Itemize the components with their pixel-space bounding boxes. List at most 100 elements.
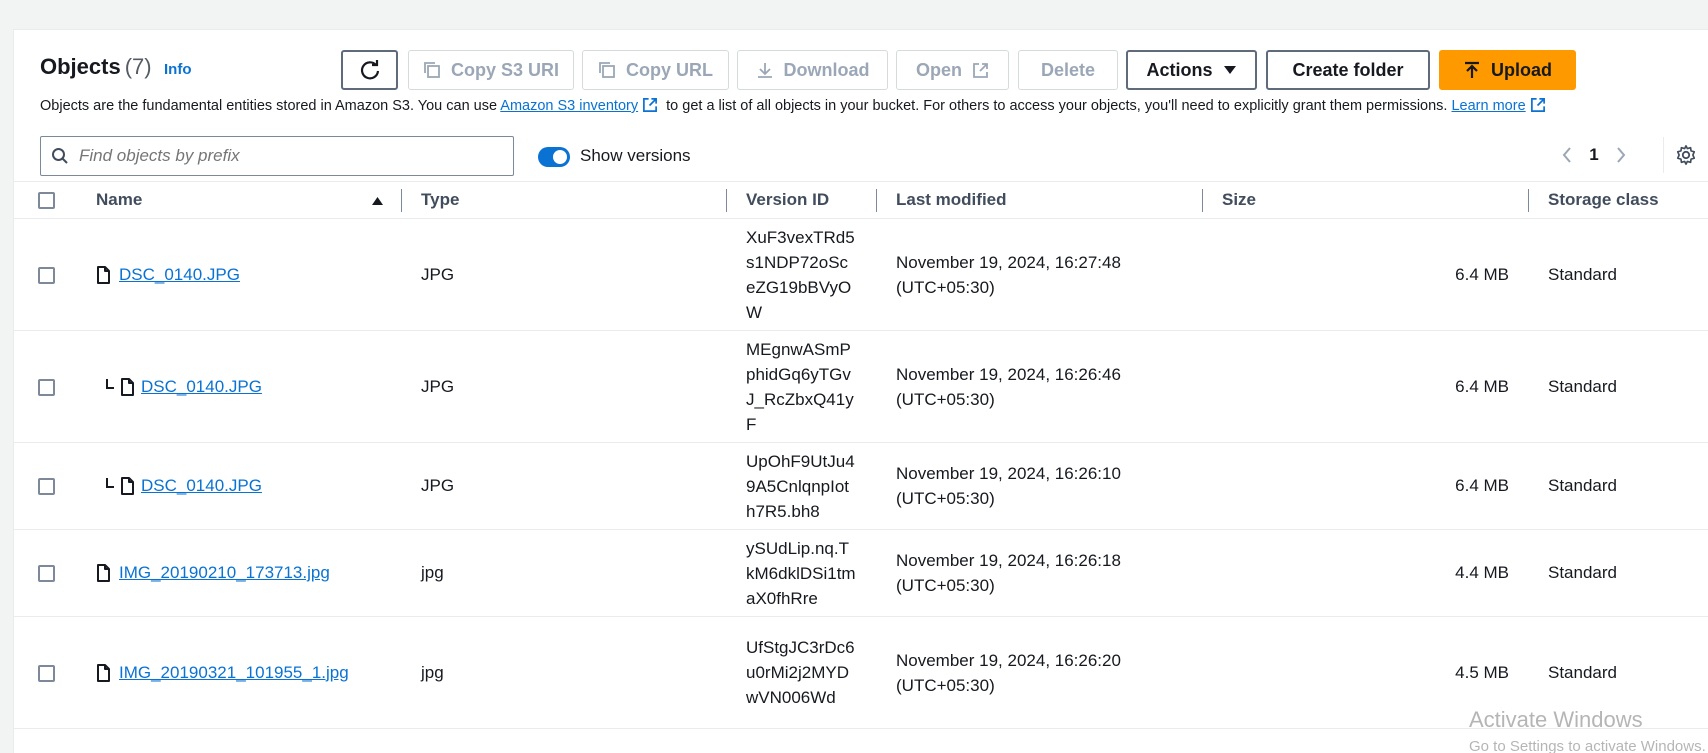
info-link[interactable]: Info bbox=[164, 61, 192, 78]
modified-timezone: (UTC+05:30) bbox=[896, 675, 995, 695]
row-checkbox[interactable] bbox=[38, 664, 55, 682]
column-header-name[interactable]: Name bbox=[76, 181, 402, 219]
column-header-storage-class[interactable]: Storage class bbox=[1529, 181, 1708, 219]
actions-dropdown[interactable]: Actions bbox=[1126, 50, 1257, 90]
row-checkbox[interactable] bbox=[38, 478, 55, 496]
copy-url-label: Copy URL bbox=[626, 59, 713, 80]
refresh-button[interactable] bbox=[341, 50, 398, 90]
column-header-size[interactable]: Size bbox=[1203, 181, 1529, 219]
preferences-button[interactable] bbox=[1673, 140, 1699, 170]
row-select-cell bbox=[14, 330, 76, 443]
copy-url-button[interactable]: Copy URL bbox=[582, 50, 729, 90]
type-cell: JPG bbox=[402, 218, 727, 331]
version-id-cell: UpOhF9UtJu49A5CnlqnpIoth7R5.bh8 bbox=[727, 442, 877, 530]
modified-date: November 19, 2024, 16:26:46 bbox=[896, 364, 1121, 384]
copy-s3-uri-label: Copy S3 URI bbox=[450, 59, 560, 80]
select-all-cell bbox=[14, 181, 76, 219]
version-id-cell: UfStgJC3rDc6u0rMi2j2MYDwVN006Wd bbox=[727, 616, 877, 729]
table-row[interactable]: DSC_0140.JPG JPG MEgnwASmPphidGq6yTGvJ_R… bbox=[14, 330, 1708, 443]
search-input[interactable] bbox=[79, 146, 499, 166]
download-label: Download bbox=[783, 59, 870, 80]
file-icon bbox=[97, 663, 110, 682]
column-version-label: Version ID bbox=[746, 190, 830, 209]
row-checkbox[interactable] bbox=[38, 565, 55, 583]
object-name-link[interactable]: DSC_0140.JPG bbox=[119, 265, 240, 285]
column-type-label: Type bbox=[421, 190, 460, 209]
modified-timezone: (UTC+05:30) bbox=[896, 576, 995, 595]
type-cell: JPG bbox=[402, 330, 727, 443]
column-header-last-modified[interactable]: Last modified bbox=[877, 181, 1203, 219]
activate-windows-watermark: Activate Windows bbox=[1469, 707, 1643, 732]
column-header-version-id[interactable]: Version ID bbox=[727, 181, 877, 219]
refresh-icon bbox=[360, 60, 379, 80]
size-cell: 4.4 MB bbox=[1203, 529, 1529, 617]
object-name-link[interactable]: DSC_0140.JPG bbox=[141, 476, 262, 496]
caret-down-icon bbox=[1223, 66, 1236, 74]
type-cell: JPG bbox=[402, 442, 727, 530]
download-icon bbox=[757, 63, 772, 78]
version-id-cell: MEgnwASmPphidGq6yTGvJ_RcZbxQ41yF bbox=[727, 330, 877, 443]
actions-label: Actions bbox=[1146, 59, 1213, 80]
size-cell: 6.4 MB bbox=[1203, 218, 1529, 331]
s3-inventory-link[interactable]: Amazon S3 inventory bbox=[500, 98, 638, 114]
name-cell: IMG_20190321_101955_1.jpg bbox=[76, 616, 402, 729]
search-box[interactable] bbox=[40, 136, 514, 176]
version-id-text: ySUdLip.nq.TkM6dklDSi1tmaX0fhRre bbox=[746, 538, 856, 608]
object-name-link[interactable]: IMG_20190321_101955_1.jpg bbox=[119, 663, 349, 683]
chevron-right-icon bbox=[1617, 147, 1626, 163]
gear-icon bbox=[1676, 145, 1696, 165]
storage-class-cell: Standard bbox=[1529, 218, 1708, 331]
version-indent-icon bbox=[106, 378, 114, 389]
storage-class-cell: Standard bbox=[1529, 529, 1708, 617]
row-checkbox[interactable] bbox=[38, 378, 55, 396]
copy-icon bbox=[424, 62, 440, 78]
table-row[interactable]: DSC_0140.JPG JPG XuF3vexTRd5s1NDP72oSceZ… bbox=[14, 218, 1708, 331]
object-name-link[interactable]: DSC_0140.JPG bbox=[141, 377, 262, 397]
create-folder-button[interactable]: Create folder bbox=[1266, 50, 1430, 90]
version-id-cell: XuF3vexTRd5s1NDP72oSceZG19bBVyOW bbox=[727, 218, 877, 331]
copy-s3-uri-button[interactable]: Copy S3 URI bbox=[408, 50, 574, 90]
modified-date: November 19, 2024, 16:26:20 bbox=[896, 650, 1121, 670]
objects-description: Objects are the fundamental entities sto… bbox=[40, 97, 1550, 114]
name-cell: IMG_20190210_173713.jpg bbox=[76, 529, 402, 617]
name-cell: DSC_0140.JPG bbox=[76, 218, 402, 331]
object-name-link[interactable]: IMG_20190210_173713.jpg bbox=[119, 563, 330, 583]
type-cell: jpg bbox=[402, 529, 727, 617]
delete-button[interactable]: Delete bbox=[1018, 50, 1118, 90]
activate-windows-subtext: Go to Settings to activate Windows. bbox=[1469, 738, 1706, 753]
table-row[interactable]: IMG_20190321_101955_1.jpg jpg UfStgJC3rD… bbox=[14, 616, 1708, 729]
sort-ascending-icon bbox=[372, 197, 383, 205]
table-row[interactable]: IMG_20190210_173713.jpg jpg ySUdLip.nq.T… bbox=[14, 529, 1708, 617]
previous-page-button[interactable] bbox=[1557, 140, 1577, 170]
upload-icon bbox=[1465, 61, 1479, 78]
modified-timezone: (UTC+05:30) bbox=[896, 277, 995, 297]
last-modified-cell: November 19, 2024, 16:26:18 (UTC+05:30) bbox=[877, 529, 1203, 617]
storage-class-cell: Standard bbox=[1529, 330, 1708, 443]
last-modified-cell: November 19, 2024, 16:26:10 (UTC+05:30) bbox=[877, 442, 1203, 530]
row-select-cell bbox=[14, 218, 76, 331]
table-header-row: Name Type Version ID Last modified Size … bbox=[14, 181, 1708, 219]
download-button[interactable]: Download bbox=[737, 50, 888, 90]
select-all-checkbox[interactable] bbox=[38, 192, 55, 210]
file-icon bbox=[121, 477, 134, 495]
version-id-text: MEgnwASmPphidGq6yTGvJ_RcZbxQ41yF bbox=[746, 339, 854, 434]
table-row[interactable]: DSC_0140.JPG JPG UpOhF9UtJu49A5CnlqnpIot… bbox=[14, 442, 1708, 530]
row-select-cell bbox=[14, 442, 76, 530]
objects-panel: Objects (7) Info Copy S3 URI Copy URL Dow… bbox=[13, 29, 1708, 753]
learn-more-link[interactable]: Learn more bbox=[1451, 98, 1525, 114]
upload-button[interactable]: Upload bbox=[1439, 50, 1576, 90]
show-versions-toggle[interactable] bbox=[538, 147, 570, 167]
search-icon bbox=[52, 148, 68, 164]
toolbar-divider bbox=[1663, 137, 1664, 173]
column-header-type[interactable]: Type bbox=[402, 181, 727, 219]
last-modified-cell: November 19, 2024, 16:26:46 (UTC+05:30) bbox=[877, 330, 1203, 443]
version-id-text: UpOhF9UtJu49A5CnlqnpIoth7R5.bh8 bbox=[746, 451, 855, 521]
column-size-label: Size bbox=[1222, 190, 1257, 209]
row-checkbox[interactable] bbox=[38, 266, 55, 284]
title-text: Objects bbox=[40, 54, 121, 79]
next-page-button[interactable] bbox=[1611, 140, 1631, 170]
open-button[interactable]: Open bbox=[896, 50, 1009, 90]
column-name-label: Name bbox=[96, 190, 143, 209]
column-last-modified-label: Last modified bbox=[896, 190, 1007, 209]
current-page[interactable]: 1 bbox=[1585, 140, 1603, 170]
